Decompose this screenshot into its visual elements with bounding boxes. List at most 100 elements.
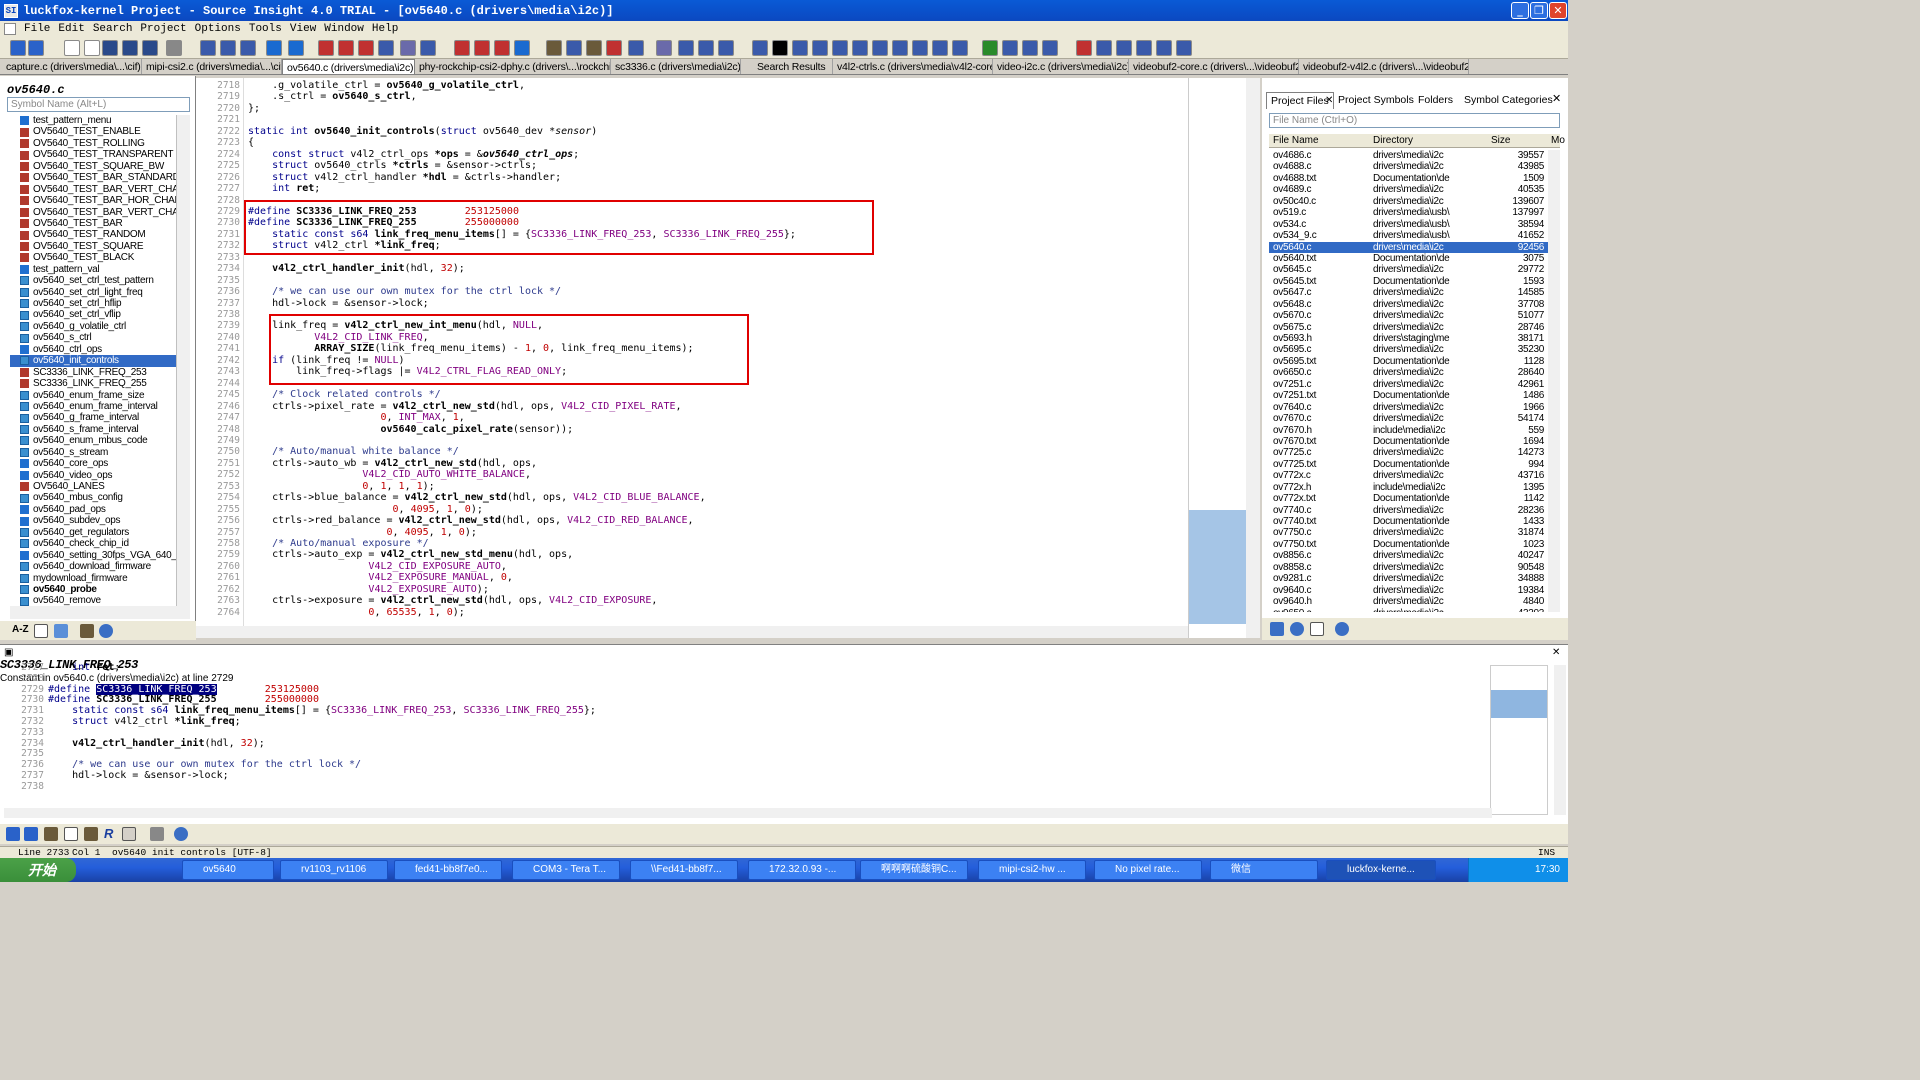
file-list-scrollbar[interactable] (1548, 150, 1560, 612)
toolbar-button-icon[interactable] (266, 40, 282, 56)
symbol-list-item[interactable]: ov5640_core_ops (10, 458, 176, 469)
file-list-row[interactable]: ov5693.h drivers\staging\me 38171 (1269, 333, 1548, 344)
file-list-row[interactable]: ov5695.c drivers\media\i2c 35230 (1269, 344, 1548, 355)
gear-icon[interactable] (99, 624, 113, 638)
editor-vscrollbar[interactable] (1246, 78, 1260, 638)
book-icon[interactable] (84, 827, 98, 841)
toolbar-button-icon[interactable] (240, 40, 256, 56)
tab-mipi-csi2-c[interactable]: mipi-csi2.c (drivers\media\...\cif) (142, 59, 282, 74)
file-list-row[interactable]: ov5647.c drivers\media\i2c 14585 (1269, 287, 1548, 298)
close-button[interactable]: ✕ (1549, 2, 1567, 19)
toolbar-button-icon[interactable] (982, 40, 998, 56)
restore-button[interactable]: ❐ (1530, 2, 1548, 19)
tab-video-i2c-c[interactable]: video-i2c.c (drivers\media\i2c) (993, 59, 1129, 74)
toolbar-button-icon[interactable] (752, 40, 768, 56)
toolbar-button-icon[interactable] (952, 40, 968, 56)
start-button[interactable]: 开始 (0, 858, 76, 882)
file-list-row[interactable]: ov7740.c drivers\media\i2c 28236 (1269, 505, 1548, 516)
toolbar-button-icon[interactable] (872, 40, 888, 56)
toolbar-button-icon[interactable] (338, 40, 354, 56)
toolbar-button-icon[interactable] (122, 40, 138, 56)
symbol-list-item[interactable]: ov5640_get_regulators (10, 527, 176, 538)
context-minimap-viewport[interactable] (1491, 690, 1547, 718)
toolbar-button-icon[interactable] (454, 40, 470, 56)
symbol-list-item[interactable]: ov5640_set_ctrl_vflip (10, 309, 176, 320)
symbol-list-item[interactable]: ov5640_g_frame_interval (10, 412, 176, 423)
context-minimap[interactable] (1490, 665, 1548, 815)
task-rv1103[interactable]: rv1103_rv1106 (280, 860, 388, 880)
toolbar-button-icon[interactable] (166, 40, 182, 56)
toolbar-button-icon[interactable] (698, 40, 714, 56)
file-list-row[interactable]: ov50c40.c drivers\media\i2c 139607 (1269, 196, 1548, 207)
list-view-icon[interactable] (34, 624, 48, 638)
file-list-row[interactable]: ov9640.c drivers\media\i2c 19384 (1269, 585, 1548, 596)
symbol-list-item[interactable]: OV5640_TEST_BAR (10, 218, 176, 229)
code-overview-minimap[interactable] (1188, 78, 1247, 638)
symbol-search-input[interactable]: Symbol Name (Alt+L) (7, 97, 190, 112)
symbol-list-item[interactable]: test_pattern_val (10, 264, 176, 275)
toolbar-button-icon[interactable] (832, 40, 848, 56)
file-list-row[interactable]: ov4688.txt Documentation\de 1509 (1269, 173, 1548, 184)
file-list-row[interactable]: ov772x.c drivers\media\i2c 43716 (1269, 470, 1548, 481)
menu-project[interactable]: Project (136, 23, 190, 35)
references-icon[interactable]: R (104, 826, 113, 841)
file-list-row[interactable]: ov7251.txt Documentation\de 1486 (1269, 390, 1548, 401)
minimize-button[interactable]: _ (1511, 2, 1529, 19)
file-list-row[interactable]: ov7670.h include\media\i2c 559 (1269, 425, 1548, 436)
close-tab-icon[interactable]: ✕ (1325, 95, 1333, 106)
toolbar-button-icon[interactable] (28, 40, 44, 56)
file-list-row[interactable]: ov9640.h drivers\media\i2c 4840 (1269, 596, 1548, 607)
symbol-list-item[interactable]: ov5640_mbus_config (10, 492, 176, 503)
file-icon[interactable] (1310, 622, 1324, 636)
file-list-row[interactable]: ov5695.txt Documentation\de 1128 (1269, 356, 1548, 367)
menu-file[interactable]: File (20, 23, 54, 35)
task-fed41-share[interactable]: \\Fed41-bb8f7... (630, 860, 738, 880)
symbol-list-item[interactable]: ov5640_probe (10, 584, 176, 595)
symbol-list-item[interactable]: ov5640_subdev_ops (10, 515, 176, 526)
symbol-list-item[interactable]: ov5640_set_ctrl_test_pattern (10, 275, 176, 286)
symbol-list-item[interactable]: ov5640_init_controls (10, 355, 176, 367)
menu-help[interactable]: Help (368, 23, 402, 35)
symbol-list-item[interactable]: ov5640_pad_ops (10, 504, 176, 515)
file-list-row[interactable]: ov9281.c drivers\media\i2c 34888 (1269, 573, 1548, 584)
clock[interactable]: 17:30 (1535, 864, 1560, 875)
toolbar-button-icon[interactable] (200, 40, 216, 56)
toolbar-button-icon[interactable] (656, 40, 672, 56)
file-list-row[interactable]: ov5640.txt Documentation\de 3075 (1269, 253, 1548, 264)
category-view-icon[interactable] (54, 624, 68, 638)
symbol-list-item[interactable]: ov5640_g_volatile_ctrl (10, 321, 176, 332)
toolbar-button-icon[interactable] (1002, 40, 1018, 56)
file-list-row[interactable]: ov5645.c drivers\media\i2c 29772 (1269, 264, 1548, 275)
editor-hscrollbar[interactable] (196, 626, 1188, 638)
toolbar-button-icon[interactable] (812, 40, 828, 56)
toolbar-button-icon[interactable] (420, 40, 436, 56)
file-list-row[interactable]: ov7640.c drivers\media\i2c 1966 (1269, 402, 1548, 413)
file-list-row[interactable]: ov6650.c drivers\media\i2c 28640 (1269, 367, 1548, 378)
symbol-list-item[interactable]: OV5640_TEST_SQUARE (10, 241, 176, 252)
file-list-row[interactable]: ov8858.c drivers\media\i2c 90548 (1269, 562, 1548, 573)
file-list-row[interactable]: ov772x.h include\media\i2c 1395 (1269, 482, 1548, 493)
file-list-row[interactable]: ov7725.txt Documentation\de 994 (1269, 459, 1548, 470)
toolbar-button-icon[interactable] (1042, 40, 1058, 56)
task-com3-tera-term[interactable]: COM3 - Tera T... (512, 860, 620, 880)
symbol-list-item[interactable]: OV5640_TEST_BAR_HOR_CHANG (10, 195, 176, 206)
symbol-list-item[interactable]: OV5640_LANES (10, 481, 176, 492)
menu-tools[interactable]: Tools (245, 23, 286, 35)
symbol-list-item[interactable]: ov5640_s_stream (10, 447, 176, 458)
menu-search[interactable]: Search (89, 23, 137, 35)
file-list-row[interactable]: ov7725.c drivers\media\i2c 14273 (1269, 447, 1548, 458)
symbol-list-item[interactable]: ov5640_video_ops (10, 470, 176, 481)
symbol-list-item[interactable]: test_pattern_menu (10, 115, 176, 126)
file-list-row[interactable]: ov5670.c drivers\media\i2c 51077 (1269, 310, 1548, 321)
file-list-row[interactable]: ov5645.txt Documentation\de 1593 (1269, 276, 1548, 287)
symbol-list-item[interactable]: OV5640_TEST_TRANSPARENT (10, 149, 176, 160)
file-list-row[interactable]: ov534_9.c drivers\media\usb\ 41652 (1269, 230, 1548, 241)
context-window[interactable]: ▣ SC3336_LINK_FREQ_253 Constant in ov564… (0, 644, 1568, 824)
symbol-list-item[interactable]: ov5640_set_ctrl_hflip (10, 298, 176, 309)
toolbar-button-icon[interactable] (10, 40, 26, 56)
file-list-row[interactable]: ov7750.c drivers\media\i2c 31874 (1269, 527, 1548, 538)
symbol-list-item[interactable]: OV5640_TEST_RANDOM (10, 229, 176, 240)
jump-icon[interactable] (44, 827, 58, 841)
symbol-list-item[interactable]: ov5640_enum_frame_size (10, 390, 176, 401)
toolbar-button-icon[interactable] (852, 40, 868, 56)
